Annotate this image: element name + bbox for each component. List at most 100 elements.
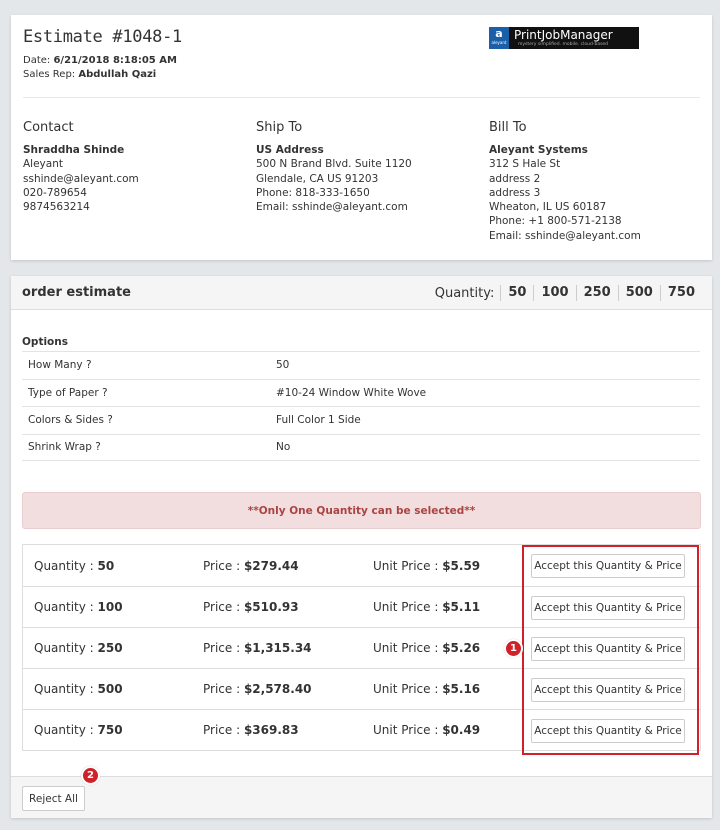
quantity-cell-label: Quantity : [34,641,98,655]
quantity-cell-value: 750 [97,723,123,737]
price-cell-label: Price : [203,641,244,655]
price-cell-value: $1,315.34 [243,641,312,655]
price-cell: Price : $369.83 [203,723,299,737]
order-estimate-card: order estimate Quantity: 50 100 250 500 … [11,276,712,818]
bill-to-address3: address 3 [489,186,541,199]
quantity-cell: Quantity : 50 [34,559,114,573]
options-table: How Many ? 50 Type of Paper ? #10-24 Win… [22,351,700,461]
option-key: How Many ? [28,359,92,372]
ship-to-heading: Ship To [256,120,303,135]
order-estimate-title: order estimate [22,285,131,300]
price-cell-value: $369.83 [243,723,299,737]
unit-price-cell-value: $0.49 [442,723,481,737]
quantity-cell-value: 250 [97,641,123,655]
unit-price-cell: Unit Price : $5.11 [373,600,480,614]
price-cell-label: Price : [203,682,244,696]
printjobmanager-logo: a aleyant PrintJobManager mystery simpli… [489,27,639,49]
annotation-badge-2: 2 [81,766,100,785]
option-value: No [276,441,291,454]
order-estimate-footer: Reject All [11,776,712,818]
ship-to-email: Email: sshinde@aleyant.com [256,201,408,214]
logo-mark-letter: a [495,27,503,40]
quantity-option-500[interactable]: 500 [617,285,660,301]
price-cell-label: Price : [203,600,244,614]
price-cell-value: $510.93 [243,600,299,614]
quantity-cell: Quantity : 750 [34,723,123,737]
quantity-cell-label: Quantity : [34,558,98,573]
estimate-title: Estimate #1048-1 [23,27,182,47]
contact-heading: Contact [23,120,74,135]
quantity-option-50[interactable]: 50 [500,285,533,301]
quantity-cell-label: Quantity : [34,723,98,737]
quantity-option-250[interactable]: 250 [575,285,618,301]
unit-price-cell-label: Unit Price : [373,723,443,737]
bill-to-street: 312 S Hale St [489,158,561,171]
quantity-cell: Quantity : 100 [34,600,123,614]
unit-price-cell-value: $5.59 [442,558,481,573]
annotation-badge-1: 1 [504,639,523,658]
quantity-cell: Quantity : 250 [34,641,123,655]
price-cell-label: Price : [203,558,244,573]
estimate-date: Date: 6/21/2018 8:18:05 AM [23,55,177,66]
price-cell: Price : $1,315.34 [203,641,312,655]
quantity-cell-label: Quantity : [34,682,98,696]
price-cell: Price : $2,578.40 [203,682,312,696]
ship-to-phone: Phone: 818-333-1650 [256,186,370,199]
unit-price-cell: Unit Price : $5.26 [373,641,480,655]
bill-to-block: Bill To Aleyant Systems 312 S Hale St ad… [489,120,709,243]
bill-to-heading: Bill To [489,120,527,135]
logo-mark-sub: aleyant [491,40,507,45]
price-cell-value: $2,578.40 [243,682,312,696]
quantity-cell-value: 500 [97,682,123,696]
option-row: Type of Paper ? #10-24 Window White Wove [22,378,700,407]
unit-price-cell-label: Unit Price : [373,641,443,655]
contact-phone: 020-789654 [23,186,87,199]
bill-to-address2: address 2 [489,172,541,185]
unit-price-cell-value: $5.16 [442,682,481,696]
logo-name: PrintJobManager [514,27,613,42]
unit-price-cell-label: Unit Price : [373,682,443,696]
option-key: Colors & Sides ? [28,414,113,427]
quantity-cell: Quantity : 500 [34,682,123,696]
reject-all-button[interactable]: Reject All [22,786,85,811]
option-value: 50 [276,359,290,372]
price-cell-label: Price : [203,723,244,737]
ship-to-city: Glendale, CA US 91203 [256,172,379,185]
bill-to-phone: Phone: +1 800-571-2138 [489,215,622,228]
header-divider [23,97,700,98]
price-cell: Price : $279.44 [203,559,299,573]
sales-rep-value: Abdullah Qazi [78,69,157,80]
quantity-option-100[interactable]: 100 [533,285,575,301]
date-label: Date: [23,55,51,66]
option-row: Shrink Wrap ? No [22,433,700,461]
accept-buttons-highlight [522,545,699,755]
unit-price-cell-label: Unit Price : [373,558,443,573]
price-cell-value: $279.44 [243,558,299,573]
contact-name: Shraddha Shinde [23,144,125,156]
quantity-cell-value: 100 [97,600,123,614]
ship-to-street: 500 N Brand Blvd. Suite 1120 [256,158,412,171]
unit-price-cell: Unit Price : $5.16 [373,682,480,696]
price-cell: Price : $510.93 [203,600,299,614]
option-value: #10-24 Window White Wove [276,386,427,399]
unit-price-cell: Unit Price : $5.59 [373,559,480,573]
option-value: Full Color 1 Side [276,414,361,427]
option-key: Type of Paper ? [28,386,108,399]
date-value: 6/21/2018 8:18:05 AM [53,55,177,66]
sales-rep: Sales Rep: Abdullah Qazi [23,69,156,80]
quantity-label: Quantity: [434,285,495,301]
quantity-option-750[interactable]: 750 [659,285,702,301]
single-quantity-alert: **Only One Quantity can be selected** [22,492,701,529]
quantity-cell-value: 50 [97,558,115,573]
logo-text: PrintJobManager mystery simplified. mobi… [509,27,639,48]
bill-to-name: Aleyant Systems [489,144,588,156]
option-key: Shrink Wrap ? [28,441,101,454]
unit-price-cell-value: $5.11 [442,600,481,614]
options-title: Options [22,336,68,348]
bill-to-email: Email: sshinde@aleyant.com [489,229,641,242]
bill-to-city: Wheaton, IL US 60187 [489,201,607,214]
order-estimate-header: order estimate Quantity: 50 100 250 500 … [11,276,712,310]
aleyant-logo-icon: a aleyant [489,27,509,49]
quantity-cell-label: Quantity : [34,600,98,614]
unit-price-cell-value: $5.26 [442,641,481,655]
